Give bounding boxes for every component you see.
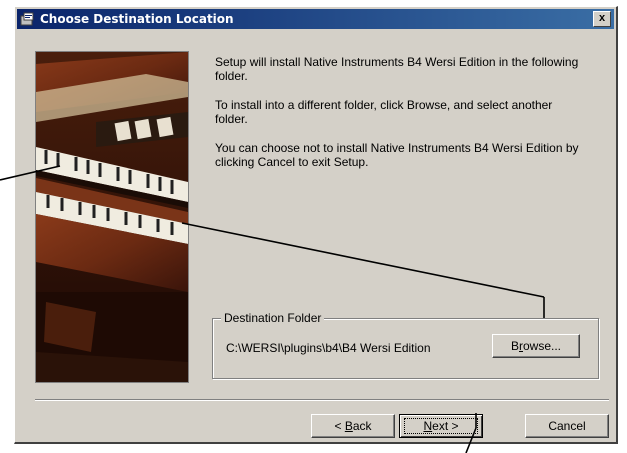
cancel-button[interactable]: Cancel: [525, 414, 609, 438]
title-bar[interactable]: Choose Destination Location x: [17, 9, 614, 29]
instruction-paragraph: You can choose not to install Native Ins…: [215, 141, 579, 169]
close-icon[interactable]: x: [593, 11, 611, 27]
browse-button[interactable]: Browse...: [492, 334, 580, 358]
browse-label-suffix: owse...: [523, 339, 562, 353]
destination-path: C:\WERSI\plugins\b4\B4 Wersi Edition: [226, 341, 431, 355]
back-label-hotkey: B: [344, 419, 353, 433]
organ-image: [35, 51, 189, 383]
instructions: Setup will install Native Instruments B4…: [215, 55, 585, 184]
instruction-paragraph: To install into a different folder, clic…: [215, 98, 553, 126]
instruction-paragraph: Setup will install Native Instruments B4…: [215, 55, 579, 83]
setup-dialog: Choose Destination Location x Setup will…: [14, 6, 618, 444]
next-label-hotkey: N: [423, 419, 433, 433]
next-label-suffix: ext >: [432, 419, 459, 433]
window-title: Choose Destination Location: [40, 12, 234, 26]
focus-rect: Next >: [404, 418, 478, 434]
separator: [35, 399, 609, 401]
next-button[interactable]: Next >: [399, 414, 483, 438]
setup-icon: [20, 11, 36, 27]
back-label-prefix: <: [334, 419, 345, 433]
browse-label-prefix: B: [510, 339, 519, 353]
destination-folder-label: Destination Folder: [221, 311, 325, 325]
back-button[interactable]: < Back: [311, 414, 395, 438]
back-label-suffix: ack: [352, 419, 372, 433]
